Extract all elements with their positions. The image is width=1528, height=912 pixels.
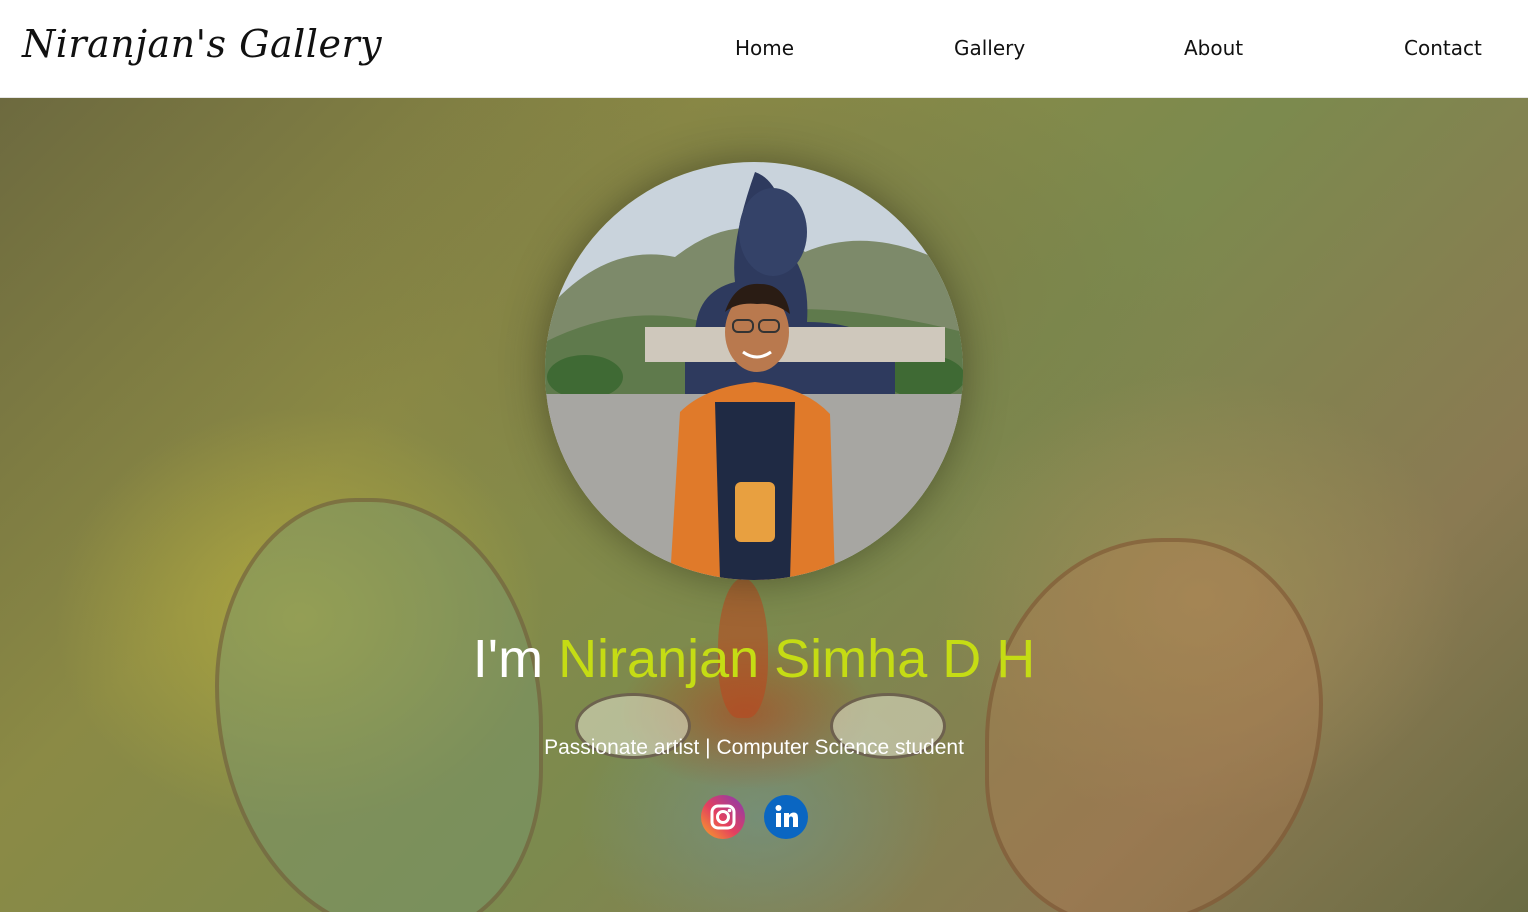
linkedin-link[interactable] bbox=[764, 795, 808, 839]
linkedin-icon bbox=[764, 795, 808, 839]
nav-link-gallery[interactable]: Gallery bbox=[954, 36, 1025, 60]
hero-tagline: Passionate artist | Computer Science stu… bbox=[544, 736, 964, 759]
instagram-link[interactable] bbox=[701, 795, 745, 839]
navbar: Niranjan's Gallery Home Gallery About Co… bbox=[0, 0, 1528, 98]
nav-link-about[interactable]: About bbox=[1184, 36, 1243, 60]
nav-link-home[interactable]: Home bbox=[735, 36, 794, 60]
hero-name: Niranjan Simha D H bbox=[558, 629, 1036, 689]
brand-logo[interactable]: Niranjan's Gallery bbox=[22, 22, 382, 66]
hero-heading: I'm Niranjan Simha D H bbox=[0, 628, 1508, 690]
greeting-prefix: I'm bbox=[472, 629, 559, 689]
instagram-icon bbox=[701, 795, 745, 839]
background-painting-ear-right bbox=[985, 538, 1323, 912]
background-painting-ear-left bbox=[215, 498, 543, 912]
hero-section: I'm Niranjan Simha D H Passionate artist… bbox=[0, 98, 1528, 912]
profile-photo bbox=[545, 162, 963, 580]
nav-link-contact[interactable]: Contact bbox=[1404, 36, 1482, 60]
